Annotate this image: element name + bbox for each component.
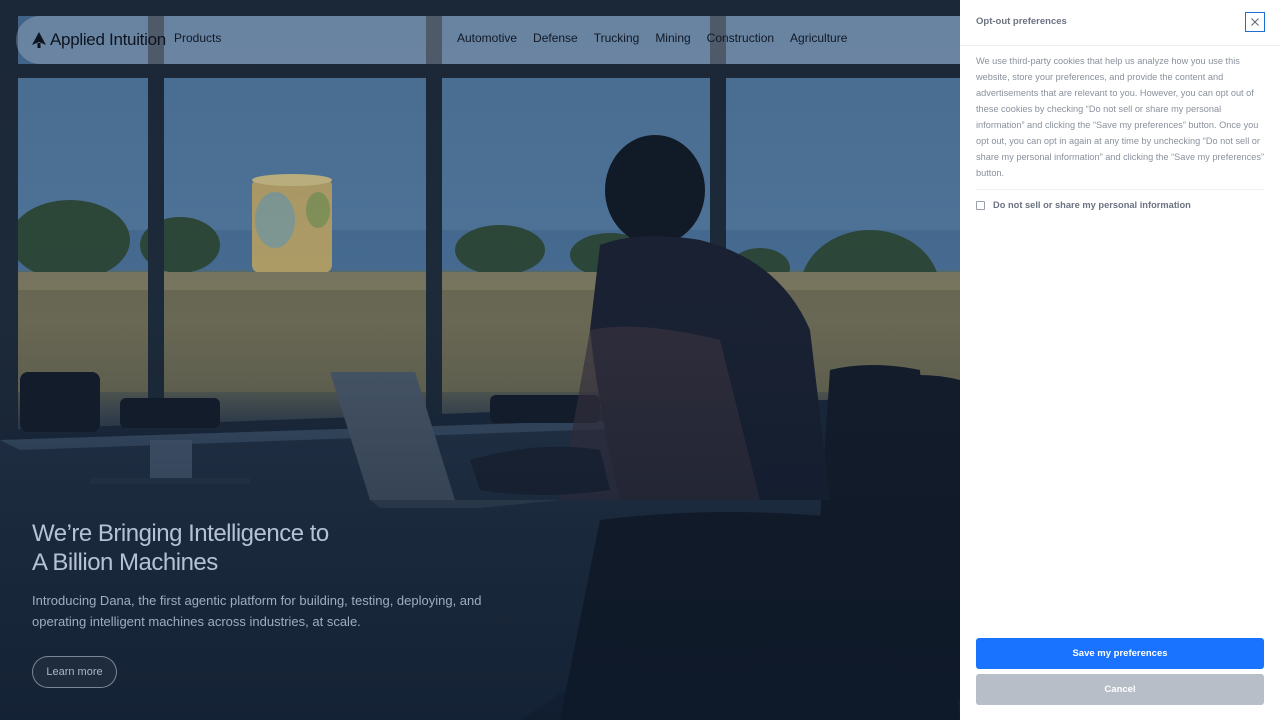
nav-link-trucking[interactable]: Trucking	[594, 31, 640, 45]
cancel-button[interactable]: Cancel	[976, 674, 1264, 705]
nav-products[interactable]: Products	[174, 31, 221, 45]
preferences-description: We use third-party cookies that help us …	[976, 56, 1265, 178]
panel-title: Opt-out preferences	[976, 16, 1067, 27]
top-navigation: Applied Intuition Products Automotive De…	[16, 16, 960, 64]
nav-link-mining[interactable]: Mining	[655, 31, 690, 45]
do-not-sell-checkbox[interactable]	[976, 201, 985, 210]
nav-industry-links: Automotive Defense Trucking Mining Const…	[457, 31, 847, 45]
hero-subcopy: Introducing Dana, the first agentic plat…	[32, 593, 482, 629]
do-not-sell-label[interactable]: Do not sell or share my personal informa…	[993, 200, 1191, 210]
nav-link-agriculture[interactable]: Agriculture	[790, 31, 847, 45]
learn-more-button[interactable]: Learn more	[32, 656, 117, 688]
brand-logo[interactable]: Applied Intuition	[32, 28, 166, 52]
close-icon	[1251, 18, 1259, 26]
brand-name: Applied Intuition	[50, 30, 166, 49]
nav-link-construction[interactable]: Construction	[707, 31, 774, 45]
panel-header: Opt-out preferences	[960, 0, 1280, 46]
save-preferences-button[interactable]: Save my preferences	[976, 638, 1264, 669]
close-panel-button[interactable]	[1245, 12, 1265, 32]
hero-section: Applied Intuition Products Automotive De…	[0, 0, 960, 720]
opt-out-preferences-panel: Opt-out preferences We use third-party c…	[960, 0, 1280, 720]
do-not-sell-option: Do not sell or share my personal informa…	[976, 199, 1191, 210]
hero-headline-line-1: We’re Bringing Intelligence to	[32, 520, 329, 547]
nav-link-defense[interactable]: Defense	[533, 31, 578, 45]
panel-divider	[976, 189, 1264, 190]
hero-headline: We’re Bringing Intelligence to A Billion…	[32, 519, 552, 577]
nav-link-automotive[interactable]: Automotive	[457, 31, 517, 45]
logo-mark-icon	[32, 32, 46, 48]
hero-headline-line-2: A Billion Machines	[32, 549, 218, 576]
